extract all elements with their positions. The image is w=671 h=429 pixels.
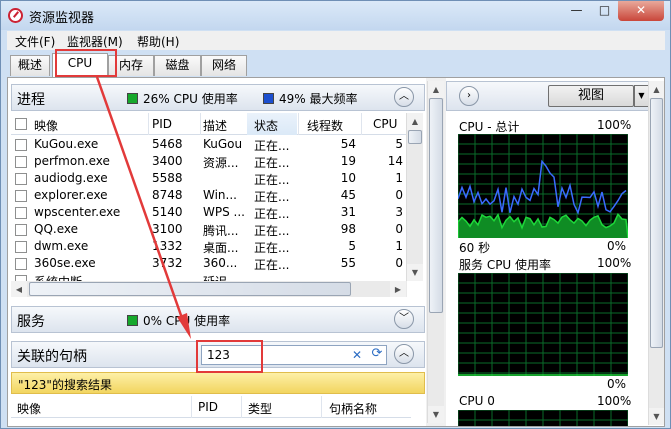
- annotation-arrow: [95, 76, 191, 339]
- resource-monitor-window: 资源监视器 — □ ✕ 文件(F) 监视器(M) 帮助(H) 概述 CPU 内存…: [0, 0, 671, 429]
